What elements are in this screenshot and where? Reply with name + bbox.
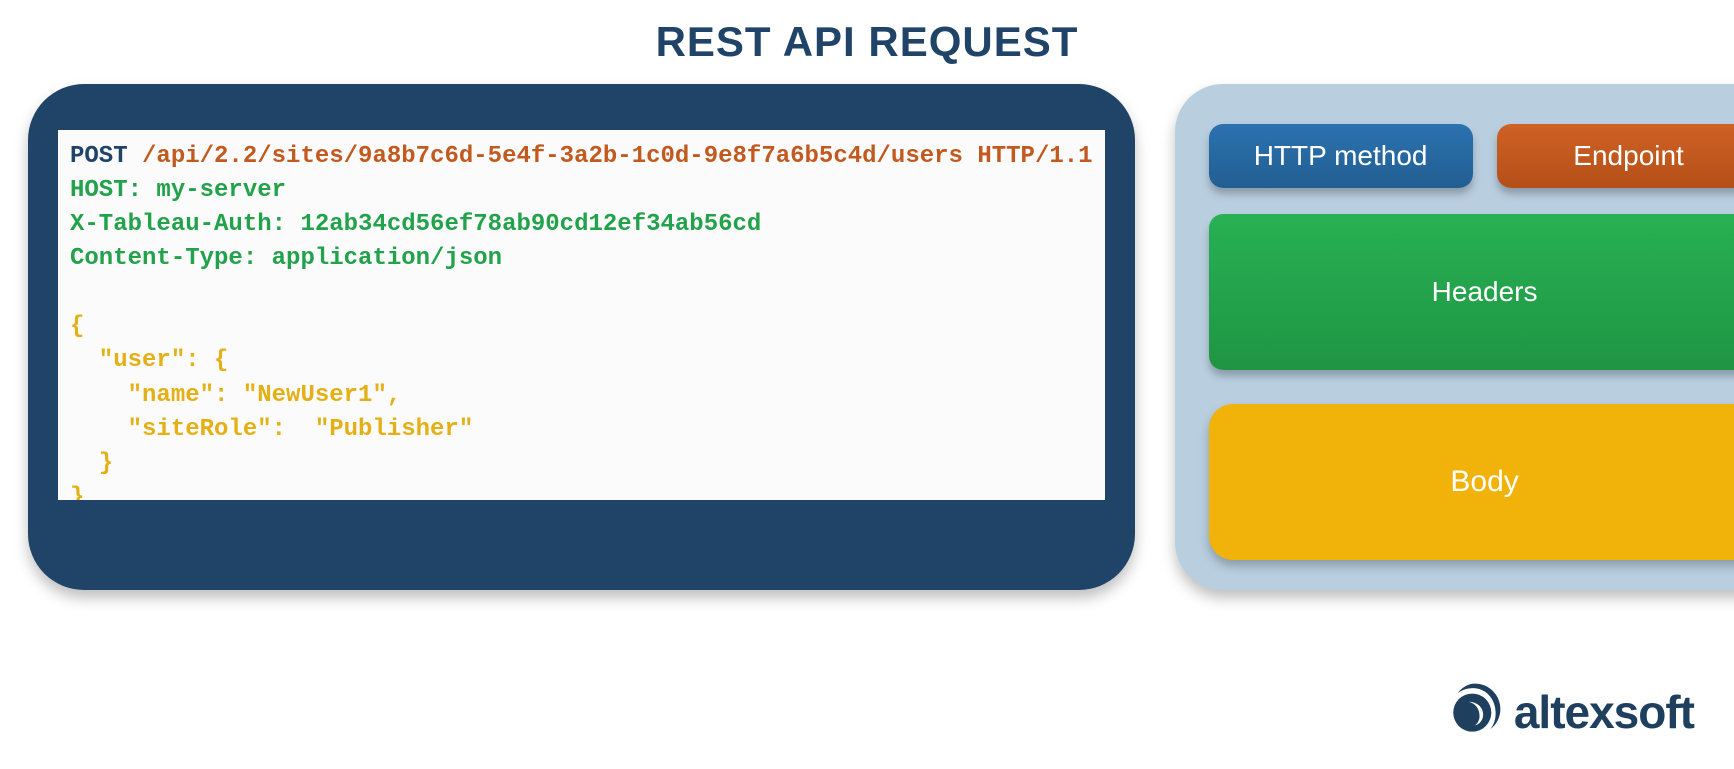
legend-http-method: HTTP method (1209, 124, 1473, 188)
legend-panel: HTTP method Endpoint Headers Body (1175, 84, 1734, 590)
code-headers: HOST: my-server X-Tableau-Auth: 12ab34cd… (70, 177, 761, 272)
diagram-title: REST API REQUEST (0, 18, 1734, 66)
main-row: POST /api/2.2/sites/9a8b7c6d-5e4f-3a2b-1… (0, 84, 1734, 590)
brand-icon (1446, 680, 1504, 743)
legend-endpoint: Endpoint (1497, 124, 1734, 188)
code-method: POST (70, 143, 128, 170)
legend-top-row: HTTP method Endpoint (1209, 124, 1734, 188)
brand-logo: altexsoft (1446, 680, 1694, 743)
code-block: POST /api/2.2/sites/9a8b7c6d-5e4f-3a2b-1… (58, 130, 1105, 500)
code-endpoint: /api/2.2/sites/9a8b7c6d-5e4f-3a2b-1c0d-9… (128, 143, 1093, 170)
code-panel: POST /api/2.2/sites/9a8b7c6d-5e4f-3a2b-1… (28, 84, 1135, 590)
legend-headers: Headers (1209, 214, 1734, 370)
legend-body: Body (1209, 404, 1734, 560)
brand-text: altexsoft (1514, 685, 1694, 739)
code-body: { "user": { "name": "NewUser1", "siteRol… (70, 313, 473, 500)
